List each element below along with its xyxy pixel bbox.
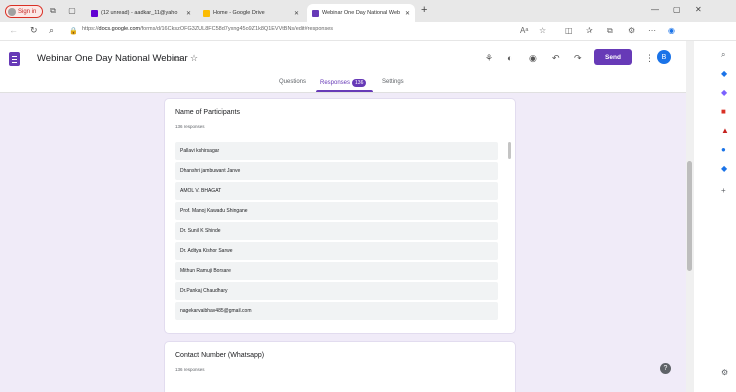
question-summary-card: Name of Participants 136 responses Palla…: [164, 98, 516, 334]
sidebar-search-icon[interactable]: ⌕: [721, 50, 725, 60]
account-avatar[interactable]: B: [657, 50, 671, 64]
addons-icon[interactable]: ⚘: [485, 53, 493, 64]
browser-tab-strip: Sign in ⧉ ▢ (12 unread) - aadkar_11@yaho…: [0, 0, 736, 22]
url-field[interactable]: https://docs.google.com/forms/d/16CkszOF…: [82, 26, 333, 32]
redo-icon[interactable]: ↷: [574, 53, 582, 64]
list-item: Pallavi kshirsagar: [175, 142, 498, 160]
star-icon[interactable]: ☆: [190, 53, 198, 64]
more-menu-icon[interactable]: ⋯: [648, 26, 656, 35]
extensions-icon[interactable]: ⚙: [628, 26, 635, 35]
minimize-icon[interactable]: —: [651, 5, 659, 14]
sidebar-settings-icon[interactable]: ⚙: [721, 368, 728, 377]
forms-logo-icon[interactable]: [9, 52, 20, 66]
tab-questions[interactable]: Questions: [279, 79, 306, 85]
favorite-star-icon[interactable]: ☆: [539, 26, 546, 35]
back-icon[interactable]: ←: [9, 25, 18, 35]
palette-icon[interactable]: ◐: [507, 53, 512, 63]
list-scrollbar[interactable]: [508, 142, 511, 159]
close-icon[interactable]: ✕: [294, 10, 299, 17]
tab-title: Webinar One Day National Web: [322, 10, 401, 16]
tab-responses-label: Responses: [320, 80, 351, 86]
active-tab-indicator: [316, 90, 373, 92]
read-aloud-icon[interactable]: Aᵃ: [520, 26, 528, 35]
search-icon[interactable]: ⌕: [49, 25, 54, 36]
list-item: Dr. Sunil K Shinde: [175, 222, 498, 240]
restore-icon[interactable]: ▢: [673, 5, 681, 14]
split-screen-icon[interactable]: ◫: [565, 26, 573, 35]
responses-count-badge: 136: [352, 79, 367, 87]
list-item: Dr.Pankaj Chaudhary: [175, 282, 498, 300]
response-count: 136 responses: [175, 124, 205, 129]
undo-icon[interactable]: ↶: [552, 53, 560, 64]
response-list[interactable]: Pallavi kshirsagar Dhanshri jambuwant Ja…: [175, 142, 498, 322]
page-scrollbar-thumb[interactable]: [687, 161, 692, 271]
sidebar-outlook-icon[interactable]: ●: [721, 145, 726, 154]
forms-header: Webinar One Day National Webinar ▭ ☆ ⚘ ◐…: [0, 41, 686, 75]
profile-avatar-icon: [8, 7, 16, 16]
url-host: docs.google.com: [98, 26, 141, 32]
profile-sign-in-button[interactable]: Sign in: [5, 5, 43, 18]
sidebar-add-icon[interactable]: +: [721, 186, 726, 195]
mail-favicon-icon: [91, 9, 98, 17]
response-count: 136 responses: [175, 367, 205, 372]
copilot-icon[interactable]: ◉: [668, 26, 675, 35]
close-window-icon[interactable]: ✕: [695, 5, 702, 14]
tab-drive[interactable]: Home - Google Drive ✕: [198, 4, 304, 22]
sidebar-drop-icon[interactable]: ◆: [721, 164, 727, 173]
close-icon[interactable]: ✕: [405, 10, 410, 17]
list-item: AMOL V. BHAGAT: [175, 182, 498, 200]
close-icon[interactable]: ✕: [186, 10, 191, 17]
list-item: Dhanshri jambuwant Janve: [175, 162, 498, 180]
question-title: Name of Participants: [175, 109, 240, 116]
sidebar-tools-icon[interactable]: ◆: [721, 88, 727, 97]
responses-panel[interactable]: Name of Participants 136 responses Palla…: [0, 93, 686, 392]
refresh-icon[interactable]: ↻: [30, 25, 38, 36]
url-prefix: https://: [82, 26, 99, 32]
browser-sidebar: ⌕ ◆ ◆ ■ ▲ ● ◆ + ⚙: [686, 41, 736, 392]
help-icon[interactable]: ?: [660, 363, 671, 374]
question-title: Contact Number (Whatsapp): [175, 352, 265, 359]
preview-eye-icon[interactable]: ◉: [529, 53, 537, 64]
drive-favicon-icon: [203, 9, 210, 17]
more-options-icon[interactable]: ⋮: [645, 53, 654, 64]
move-to-folder-icon[interactable]: ▭: [173, 53, 182, 64]
list-item: Prof. Manoj Kawadu Shingane: [175, 202, 498, 220]
profile-label: Sign in: [18, 8, 37, 15]
workspaces-icon[interactable]: ⧉: [48, 6, 58, 16]
url-path: /forms/d/16CkszOFG3ZUL8FC58d7yxng45o9Z1k…: [140, 26, 334, 32]
lock-icon[interactable]: 🔒: [69, 27, 78, 35]
sidebar-shopping-icon[interactable]: ◆: [721, 69, 727, 78]
tab-mail[interactable]: (12 unread) - aadkar_11@yaho ✕: [86, 4, 196, 22]
tab-responses[interactable]: Responses 136: [320, 79, 367, 87]
question-summary-card: Contact Number (Whatsapp) 136 responses: [164, 341, 516, 392]
tab-title: Home - Google Drive: [213, 10, 265, 16]
collections-icon[interactable]: ⧉: [607, 26, 613, 36]
tab-title: (12 unread) - aadkar_11@yaho: [101, 10, 178, 16]
new-tab-button[interactable]: +: [421, 4, 427, 16]
favorites-icon[interactable]: ✰: [586, 26, 593, 35]
tab-settings[interactable]: Settings: [382, 79, 404, 85]
form-title[interactable]: Webinar One Day National Webinar: [37, 53, 188, 64]
send-button[interactable]: Send: [594, 49, 632, 65]
address-bar-row: ← ↻ ⌕ 🔒 https://docs.google.com/forms/d/…: [0, 22, 736, 41]
sidebar-games-icon[interactable]: ■: [721, 107, 726, 116]
tab-forms[interactable]: Webinar One Day National Web ✕: [307, 4, 415, 22]
sidebar-office-icon[interactable]: ▲: [721, 126, 729, 135]
tab-actions-icon[interactable]: ▢: [67, 6, 77, 16]
forms-favicon-icon: [312, 9, 319, 17]
page-scrollbar[interactable]: [686, 41, 694, 392]
list-item: nagekarvaibhav485@gmail.com: [175, 302, 498, 320]
list-item: Mithun Ramuji Borsare: [175, 262, 498, 280]
form-tabs: Questions Responses 136 Settings: [0, 75, 686, 93]
list-item: Dr. Aditya Kishor Sarwe: [175, 242, 498, 260]
